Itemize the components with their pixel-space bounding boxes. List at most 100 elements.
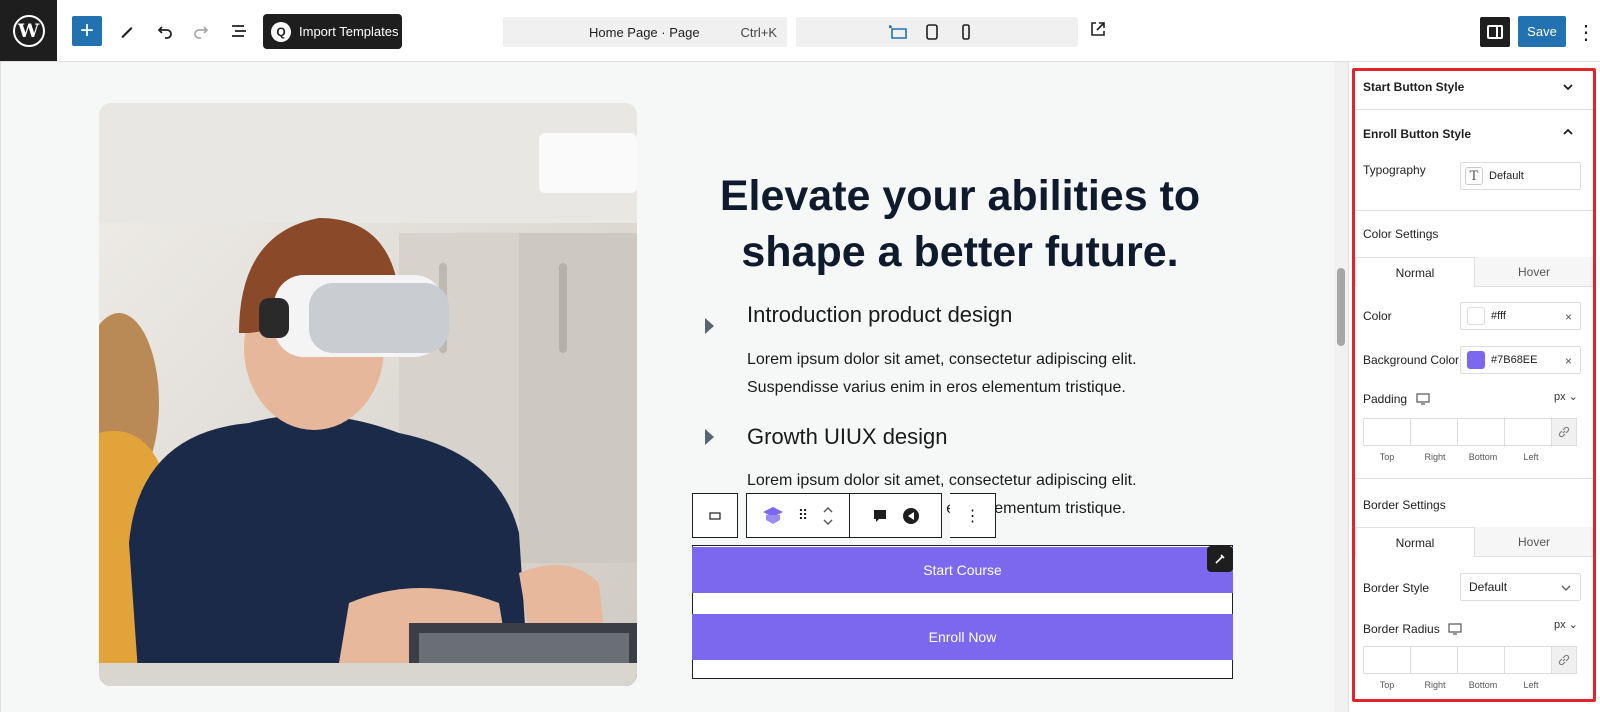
background-color-value: #7B68EE	[1491, 354, 1538, 366]
send-icon[interactable]	[902, 507, 920, 525]
padding-unit-select[interactable]: px ⌄	[1554, 390, 1578, 403]
radius-left-input[interactable]	[1504, 646, 1552, 674]
padding-inputs	[1363, 418, 1581, 446]
device-preview-bar	[796, 17, 1078, 47]
label-bottom: Bottom	[1468, 680, 1498, 690]
settings-panel-toggle[interactable]	[1480, 17, 1510, 47]
add-block-button[interactable]: +	[72, 16, 102, 46]
canvas-scrollbar[interactable]	[1334, 62, 1348, 712]
border-style-label: Border Style	[1363, 581, 1430, 595]
editor-top-toolbar: W + Q Import Templates Home Page · Page …	[0, 0, 1600, 62]
block-type-group: ⠿	[746, 493, 850, 538]
label-left: Left	[1523, 680, 1539, 690]
background-color-label: Background Color	[1363, 353, 1460, 367]
block-type-icon[interactable]	[762, 506, 784, 526]
redo-button[interactable]	[186, 16, 216, 46]
desktop-preview-button[interactable]	[888, 22, 908, 42]
color-swatch[interactable]	[1467, 307, 1485, 325]
shortcut-hint: Ctrl+K	[740, 25, 777, 40]
tab-normal[interactable]: Normal	[1355, 527, 1475, 557]
monitor-icon[interactable]	[1416, 392, 1430, 406]
block-options-button[interactable]: ⋮	[950, 493, 996, 538]
item-title-1[interactable]: Introduction product design	[747, 302, 1012, 328]
undo-icon	[157, 26, 172, 39]
radius-top-input[interactable]	[1363, 646, 1411, 674]
divider	[1355, 478, 1593, 479]
padding-bottom-input[interactable]	[1457, 418, 1505, 446]
radius-unit-select[interactable]: px ⌄	[1554, 618, 1578, 631]
tools-button[interactable]	[112, 16, 142, 46]
tablet-preview-button[interactable]	[922, 22, 942, 42]
label-right: Right	[1424, 680, 1446, 690]
external-link-icon[interactable]	[1089, 20, 1109, 40]
item-title-2[interactable]: Growth UIUX design	[747, 424, 948, 450]
more-vertical-icon[interactable]: ⋮	[1576, 18, 1596, 46]
divider	[1355, 210, 1593, 211]
start-course-button[interactable]: Start Course	[692, 547, 1233, 593]
label-bottom: Bottom	[1468, 452, 1498, 462]
color-picker-field[interactable]: #fff ×	[1460, 302, 1581, 330]
radius-side-labels: Top Right Bottom Left	[1363, 680, 1555, 690]
label-left: Left	[1523, 452, 1539, 462]
radius-inputs	[1363, 646, 1581, 674]
tab-normal[interactable]: Normal	[1355, 257, 1475, 287]
radius-bottom-input[interactable]	[1457, 646, 1505, 674]
border-style-select[interactable]: Default	[1460, 573, 1581, 601]
color-value: #fff	[1491, 310, 1506, 322]
chevron-up-icon[interactable]	[1561, 125, 1575, 139]
typography-label: Typography	[1363, 163, 1426, 177]
list-arrow-icon	[705, 429, 714, 445]
mobile-icon	[962, 24, 970, 40]
pen-icon	[121, 27, 133, 38]
drag-handle-icon[interactable]: ⠿	[798, 507, 808, 524]
command-palette-bar[interactable]: Home Page · Page Ctrl+K	[503, 17, 787, 47]
color-state-tabs: Normal Hover	[1355, 257, 1593, 287]
clear-icon[interactable]: ×	[1565, 310, 1572, 324]
padding-top-input[interactable]	[1363, 418, 1411, 446]
select-parent-button[interactable]	[692, 493, 738, 538]
radius-right-input[interactable]	[1410, 646, 1458, 674]
padding-label: Padding	[1363, 392, 1408, 406]
sidebar-toggle-icon	[1487, 25, 1503, 39]
chevron-down-icon[interactable]	[1561, 80, 1575, 94]
background-color-swatch[interactable]	[1467, 351, 1485, 369]
mobile-preview-button[interactable]	[956, 22, 976, 42]
tab-hover[interactable]: Hover	[1475, 257, 1593, 287]
border-state-tabs: Normal Hover	[1355, 527, 1593, 557]
label-right: Right	[1424, 452, 1446, 462]
color-settings-heading: Color Settings	[1363, 227, 1439, 241]
label-top: Top	[1379, 680, 1395, 690]
comment-icon[interactable]	[872, 508, 888, 524]
background-color-field[interactable]: #7B68EE ×	[1460, 346, 1581, 374]
color-label: Color	[1363, 309, 1392, 323]
plus-icon: +	[79, 17, 94, 44]
chevron-down-icon	[1561, 585, 1571, 591]
hero-headline[interactable]: Elevate your abilities to shape a better…	[690, 168, 1230, 280]
save-button[interactable]: Save	[1518, 16, 1566, 47]
hero-image[interactable]	[99, 103, 637, 686]
padding-left-input[interactable]	[1504, 418, 1552, 446]
typography-control[interactable]: T Default	[1460, 162, 1581, 190]
link-icon[interactable]	[1551, 646, 1577, 674]
list-view-button[interactable]	[224, 16, 254, 46]
padding-right-input[interactable]	[1410, 418, 1458, 446]
tab-hover[interactable]: Hover	[1475, 527, 1593, 557]
import-templates-label: Import Templates	[299, 24, 399, 39]
start-button-style-header[interactable]: Start Button Style	[1363, 80, 1464, 94]
link-icon[interactable]	[1551, 418, 1577, 446]
enroll-now-button[interactable]: Enroll Now	[692, 614, 1233, 660]
desktop-icon	[889, 25, 907, 39]
undo-button[interactable]	[150, 16, 180, 46]
move-up-down-icon[interactable]	[822, 505, 834, 527]
enroll-button-style-header[interactable]: Enroll Button Style	[1363, 127, 1471, 141]
monitor-icon[interactable]	[1448, 622, 1462, 636]
redo-icon	[194, 26, 209, 39]
clear-icon[interactable]: ×	[1565, 354, 1572, 368]
list-arrow-icon	[705, 318, 714, 334]
border-settings-heading: Border Settings	[1363, 498, 1446, 512]
import-templates-button[interactable]: Q Import Templates	[263, 14, 402, 49]
edit-link-icon[interactable]	[1207, 546, 1233, 572]
item-text-1[interactable]: Lorem ipsum dolor sit amet, consectetur …	[747, 346, 1187, 402]
block-actions-group	[850, 493, 942, 538]
wordpress-icon[interactable]: W	[0, 0, 57, 61]
